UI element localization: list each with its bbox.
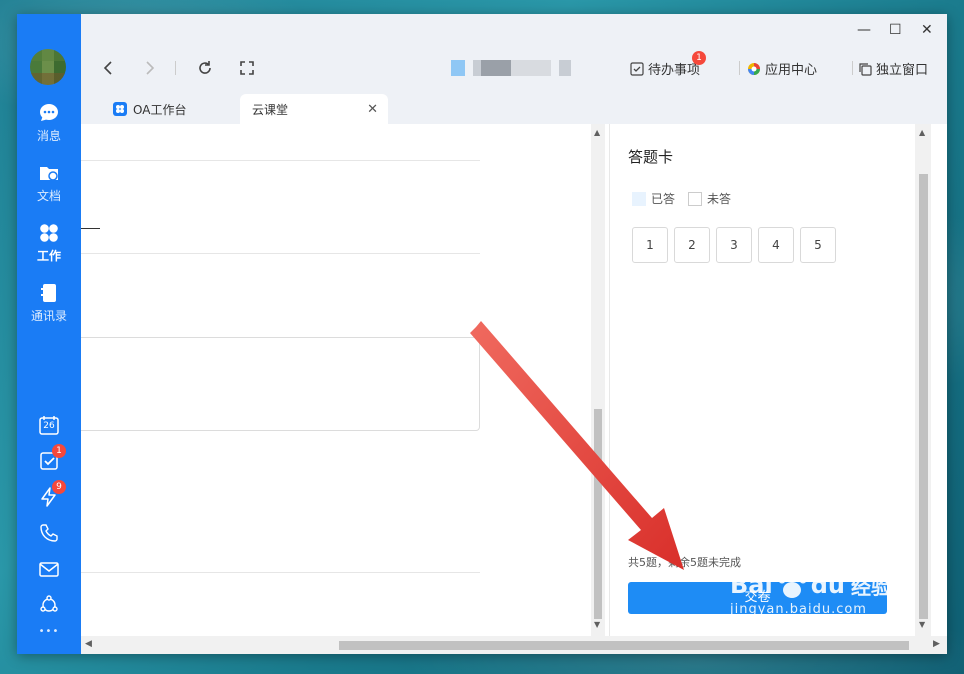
scroll-down-icon[interactable]: ▼ (919, 620, 925, 629)
answer-textarea[interactable] (81, 337, 480, 431)
mail-icon[interactable] (38, 558, 60, 580)
watermark-brand: Bai (730, 571, 773, 599)
divider (81, 253, 480, 254)
tasks-badge: 1 (52, 444, 66, 458)
answer-card-panel: 答题卡 已答 未答 1 2 3 4 5 共5题，剩余5题未完成 交卷 ▲ ▼ (609, 124, 931, 636)
topbar: — ☐ ✕ 待办事项 1 应用中心 独立窗口 OA工作台 云课堂 ✕ (81, 14, 947, 124)
app-center-label: 应用中心 (765, 63, 818, 78)
scroll-left-icon[interactable]: ◀ (85, 639, 92, 649)
watermark-brand2: du (810, 571, 845, 599)
sidebar-item-documents[interactable]: 文档 (17, 162, 81, 204)
scroll-thumb[interactable] (594, 409, 602, 619)
legend-unanswered-label: 未答 (707, 192, 732, 206)
task-checkbox-icon[interactable]: 1 (38, 444, 66, 472)
legend-unanswered: 未答 (688, 190, 731, 207)
calendar-icon[interactable]: 26 (38, 414, 60, 436)
address-book-icon (41, 284, 56, 302)
close-window-button[interactable]: ✕ (921, 22, 933, 38)
maximize-button[interactable]: ☐ (889, 22, 902, 38)
paw-icon (778, 571, 807, 598)
answer-card-scrollbar[interactable]: ▲ ▼ (915, 124, 931, 636)
app-center-button[interactable]: 应用中心 (747, 59, 817, 78)
refresh-icon[interactable] (195, 58, 215, 78)
question-number-button[interactable]: 5 (800, 227, 836, 263)
lightning-icon[interactable]: 9 (38, 480, 66, 508)
scroll-right-icon[interactable]: ▶ (933, 639, 940, 649)
page-title-blurred (451, 60, 571, 76)
oa-app-icon (113, 102, 127, 116)
watermark-suffix: 经验 (850, 574, 891, 599)
answer-card-title: 答题卡 (628, 148, 674, 166)
chat-bubble-icon (40, 104, 58, 121)
folder-cloud-icon (40, 167, 58, 181)
phone-video-icon[interactable] (38, 522, 60, 544)
sidebar-item-messages[interactable]: 消息 (17, 102, 81, 144)
tab-oa-workbench[interactable]: OA工作台 (101, 94, 198, 124)
divider (81, 572, 480, 573)
blank-underline (81, 228, 100, 229)
question-number-button[interactable]: 1 (632, 227, 668, 263)
horizontal-scrollbar[interactable]: ◀ ▶ (81, 636, 947, 654)
standalone-label: 独立窗口 (876, 63, 929, 78)
grid-clover-icon (40, 224, 58, 242)
tab-cloud-classroom[interactable]: 云课堂 ✕ (240, 94, 388, 124)
check-square-icon (630, 61, 644, 76)
scroll-thumb[interactable] (339, 641, 909, 650)
sidebar-item-work[interactable]: 工作 (17, 222, 81, 264)
calendar-day: 26 (43, 421, 55, 431)
sidebar-item-label: 消息 (36, 129, 61, 143)
watermark-url: jingyan.baidu.com (730, 602, 867, 617)
standalone-window-button[interactable]: 独立窗口 (858, 59, 928, 78)
divider (81, 160, 480, 161)
question-number-button[interactable]: 3 (716, 227, 752, 263)
legend-answered: 已答 (632, 190, 675, 207)
flash-badge: 9 (52, 480, 66, 494)
app-window: 消息 文档 工作 通讯录 26 1 9 ••• — ☐ ✕ 待办事项 1 应用中… (17, 14, 947, 654)
baidu-watermark: Bai du 经验 jingyan.baidu.com (730, 570, 891, 617)
scroll-up-icon[interactable]: ▲ (594, 128, 600, 137)
question-number-button[interactable]: 4 (758, 227, 794, 263)
sidebar: 消息 文档 工作 通讯录 26 1 9 ••• (17, 14, 81, 654)
question-number-button[interactable]: 2 (674, 227, 710, 263)
sidebar-item-label: 通讯录 (30, 309, 67, 323)
unanswered-swatch (688, 191, 702, 206)
back-icon[interactable] (99, 58, 119, 78)
nav-divider (175, 61, 176, 75)
network-icon[interactable] (38, 594, 60, 616)
action-divider (739, 61, 740, 75)
window-copy-icon (859, 62, 872, 76)
scroll-down-icon[interactable]: ▼ (594, 620, 600, 629)
todo-button[interactable]: 待办事项 1 (630, 51, 706, 78)
sidebar-item-label: 文档 (36, 189, 61, 203)
todo-badge: 1 (692, 51, 706, 65)
progress-summary: 共5题，剩余5题未完成 (628, 556, 741, 569)
action-divider (852, 61, 853, 75)
content-scrollbar[interactable]: ▲ ▼ (591, 124, 605, 636)
tab-label: OA工作台 (133, 102, 187, 117)
scroll-up-icon[interactable]: ▲ (919, 128, 925, 137)
question-content: ▲ ▼ (81, 124, 611, 636)
fullscreen-icon[interactable] (237, 58, 257, 78)
answered-swatch (632, 191, 646, 206)
minimize-button[interactable]: — (857, 22, 871, 38)
more-button[interactable]: ••• (17, 626, 81, 637)
sidebar-item-label: 工作 (36, 249, 61, 263)
scroll-thumb[interactable] (919, 174, 928, 619)
legend-answered-label: 已答 (651, 192, 676, 206)
avatar[interactable] (30, 49, 66, 85)
sidebar-item-contacts[interactable]: 通讯录 (17, 282, 81, 324)
tab-label: 云课堂 (252, 102, 289, 117)
forward-icon[interactable] (139, 58, 159, 78)
app-center-icon (748, 62, 760, 75)
tab-close-icon[interactable]: ✕ (367, 102, 378, 117)
